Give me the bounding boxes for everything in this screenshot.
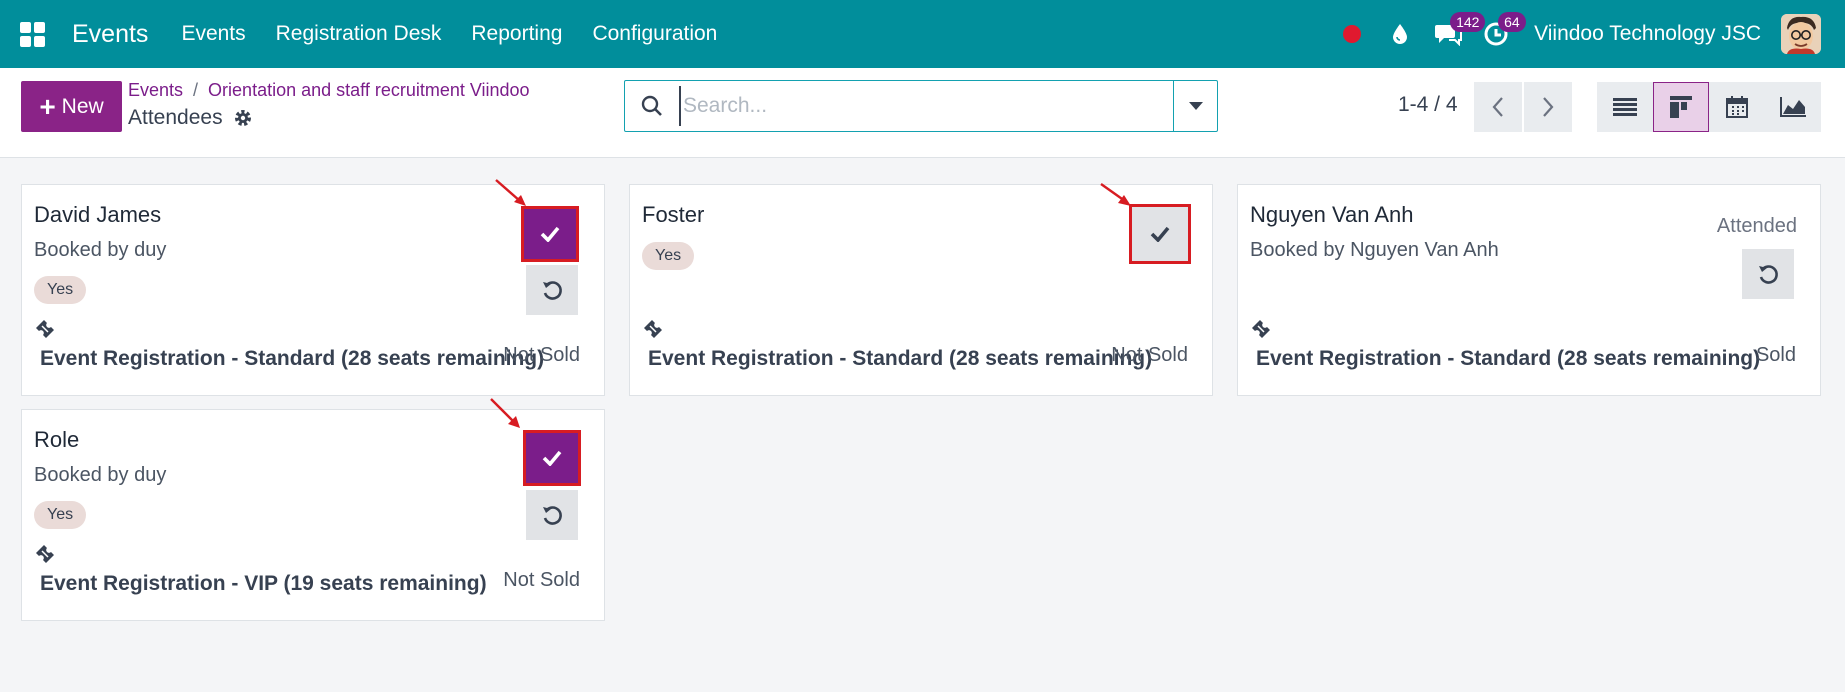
sale-status: Not Sold — [1111, 344, 1188, 366]
search-bar — [624, 80, 1218, 132]
user-avatar[interactable] — [1781, 14, 1821, 54]
tag-badge: Yes — [642, 242, 695, 270]
checkmark-icon — [540, 226, 560, 242]
list-icon — [1613, 98, 1637, 116]
ticket-icon — [36, 320, 54, 338]
kanban-card-david-james[interactable]: David James Booked by duy Yes Event Regi… — [21, 184, 605, 396]
chevron-right-icon — [1543, 97, 1554, 117]
search-options-toggle[interactable] — [1173, 81, 1217, 131]
undo-icon — [543, 281, 562, 300]
company-switcher[interactable]: Viindoo Technology JSC — [1534, 22, 1761, 46]
sale-status: Not Sold — [503, 569, 580, 591]
booked-by: Booked by duy — [34, 464, 167, 486]
confirm-attendance-button[interactable] — [1129, 204, 1191, 264]
sale-status: Sold — [1755, 344, 1796, 366]
calendar-view-button[interactable] — [1709, 82, 1765, 132]
activities-icon[interactable]: 64 — [1472, 0, 1526, 68]
reset-button[interactable] — [526, 490, 578, 540]
ticket-icon — [1252, 320, 1270, 338]
new-button[interactable]: + New — [21, 81, 122, 132]
app-name[interactable]: Events — [72, 20, 148, 49]
event-ticket: Event Registration - VIP (19 seats remai… — [40, 572, 487, 595]
attendance-state: Attended — [1716, 215, 1797, 237]
attendee-name: Nguyen Van Anh — [1250, 202, 1414, 227]
chevron-left-icon — [1492, 97, 1503, 117]
pager-next-button[interactable] — [1524, 82, 1572, 132]
plus-icon: + — [39, 90, 56, 122]
kanban-card-role[interactable]: Role Booked by duy Yes Event Registratio… — [21, 409, 605, 621]
drop-icon[interactable] — [1376, 0, 1424, 68]
kanban-view-button[interactable] — [1653, 82, 1709, 132]
kanban-icon — [1670, 96, 1692, 118]
attendee-name: Role — [34, 427, 80, 452]
checkmark-icon — [542, 450, 562, 466]
search-input[interactable] — [679, 86, 1173, 126]
confirm-attendance-button[interactable] — [521, 206, 579, 262]
new-button-label: New — [61, 94, 104, 118]
ticket-icon — [644, 320, 662, 338]
breadcrumb-events[interactable]: Events — [128, 80, 183, 100]
tag-badge: Yes — [34, 501, 87, 529]
undo-icon — [1759, 265, 1778, 284]
kanban-card-nguyen-van-anh[interactable]: Nguyen Van Anh Booked by Nguyen Van Anh … — [1237, 184, 1821, 396]
checkmark-icon — [1150, 226, 1170, 242]
page-title: Attendees — [128, 106, 223, 129]
event-ticket: Event Registration - Standard (28 seats … — [1256, 347, 1761, 370]
search-icon — [625, 95, 679, 117]
undo-icon — [543, 506, 562, 525]
kanban-card-foster[interactable]: Foster Yes Event Registration - Standard… — [629, 184, 1213, 396]
top-navbar: Events Events Registration Desk Reportin… — [0, 0, 1845, 68]
pager-value[interactable]: 1-4 / 4 — [1398, 93, 1458, 117]
booked-by: Booked by Nguyen Van Anh — [1250, 239, 1499, 261]
messages-icon[interactable]: 142 — [1424, 0, 1486, 68]
event-ticket: Event Registration - Standard (28 seats … — [648, 347, 1153, 370]
gear-icon[interactable] — [233, 108, 253, 128]
menu-events[interactable]: Events — [166, 22, 260, 46]
graph-view-button[interactable] — [1765, 82, 1821, 132]
breadcrumb: Events / Orientation and staff recruitment… — [128, 80, 530, 100]
area-chart-icon — [1780, 97, 1806, 117]
activities-badge: 64 — [1498, 12, 1526, 32]
caret-down-icon — [1188, 102, 1203, 110]
event-ticket: Event Registration - Standard (28 seats … — [40, 347, 545, 370]
tag-badge: Yes — [34, 276, 87, 304]
menu-configuration[interactable]: Configuration — [577, 22, 732, 46]
confirm-attendance-button[interactable] — [523, 430, 581, 486]
reset-button[interactable] — [526, 265, 578, 315]
attendee-name: Foster — [642, 202, 705, 227]
breadcrumb-event[interactable]: Orientation and staff recruitment Viindo… — [208, 80, 530, 100]
annotation-arrow-icon — [495, 179, 526, 206]
annotation-arrow-icon — [490, 398, 520, 428]
sale-status: Not Sold — [503, 344, 580, 366]
reset-button[interactable] — [1742, 249, 1794, 299]
booked-by: Booked by duy — [34, 239, 167, 261]
menu-registration-desk[interactable]: Registration Desk — [261, 22, 457, 46]
recording-icon[interactable] — [1328, 0, 1376, 68]
pager-previous-button[interactable] — [1474, 82, 1522, 132]
annotation-arrow-icon — [1100, 183, 1131, 206]
ticket-icon — [36, 545, 54, 563]
control-panel: + New Events / Orientation and staff recru… — [0, 68, 1845, 158]
attendee-name: David James — [34, 202, 162, 227]
calendar-icon — [1726, 96, 1748, 118]
apps-menu-icon[interactable] — [0, 0, 64, 68]
page-title-row: Attendees — [128, 106, 253, 130]
menu-reporting[interactable]: Reporting — [456, 22, 577, 46]
list-view-button[interactable] — [1597, 82, 1653, 132]
